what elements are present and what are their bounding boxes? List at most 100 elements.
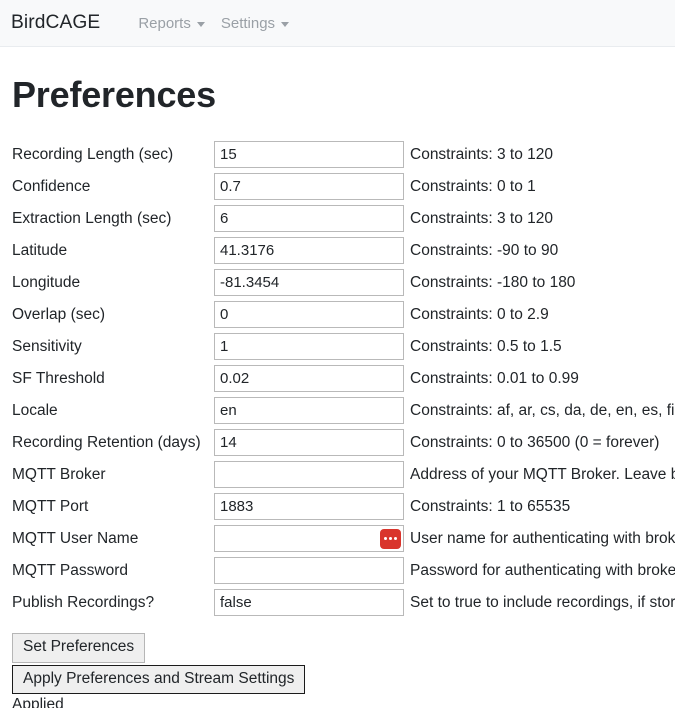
preference-label: Recording Length (sec) [12, 145, 174, 163]
input-wrapper [214, 237, 404, 265]
preference-input-cell [214, 299, 406, 331]
page-content: Preferences Recording Length (sec) Constr… [0, 75, 675, 708]
preference-row: Overlap (sec) Constraints: 0 to 2.9 [12, 299, 675, 331]
preference-row: MQTT User Name User name for authenticati… [12, 523, 675, 555]
preference-label: Extraction Length (sec) [12, 209, 172, 227]
preference-label: MQTT Password [12, 561, 128, 579]
preference-help-text: Constraints: 3 to 120 [410, 209, 554, 227]
preference-label: Locale [12, 401, 58, 419]
input-wrapper [214, 557, 404, 585]
nav-item-settings[interactable]: Settings [213, 11, 297, 36]
preference-help-text: Constraints: -180 to 180 [410, 273, 576, 291]
preference-input-cell [214, 139, 406, 171]
preference-input[interactable] [214, 173, 404, 201]
preference-input[interactable] [214, 237, 404, 265]
preference-input-cell [214, 427, 406, 459]
input-wrapper [214, 141, 404, 169]
preference-input[interactable] [214, 461, 404, 489]
preference-label: MQTT User Name [12, 529, 139, 547]
input-wrapper [214, 397, 404, 425]
preference-row: Latitude Constraints: -90 to 90 [12, 235, 675, 267]
nav-item-reports[interactable]: Reports [130, 11, 213, 36]
preference-label: Confidence [12, 177, 91, 195]
input-wrapper [214, 365, 404, 393]
preference-input[interactable] [214, 589, 404, 617]
preference-input[interactable] [214, 397, 404, 425]
preference-input[interactable] [214, 301, 404, 329]
preference-help-text: Set to true to include recordings, if st… [410, 593, 675, 611]
preference-help-text: Constraints: 0 to 36500 (0 = forever) [410, 433, 660, 451]
preference-row: MQTT Broker Address of your MQTT Broker. … [12, 459, 675, 491]
preference-input[interactable] [214, 205, 404, 233]
preferences-form: Recording Length (sec) Constraints: 3 to … [12, 139, 675, 619]
preference-help-text: Address of your MQTT Broker. Leave blank… [410, 465, 675, 483]
apply-preferences-and-stream-settings-button[interactable]: Apply Preferences and Stream Settings [12, 664, 306, 695]
preference-row: MQTT Port Constraints: 1 to 65535 [12, 491, 675, 523]
preference-row: Publish Recordings? Set to true to includ… [12, 587, 675, 619]
navbar: BirdCAGE Reports Settings [0, 0, 675, 47]
preference-row: Confidence Constraints: 0 to 1 [12, 171, 675, 203]
preference-input-cell [214, 267, 406, 299]
preference-label: MQTT Port [12, 497, 89, 515]
preference-input-cell [214, 491, 406, 523]
preference-help-text: Password for authenticating with broker [410, 561, 675, 579]
preference-label: Overlap (sec) [12, 305, 106, 323]
preference-input[interactable] [214, 269, 404, 297]
preference-input[interactable] [214, 429, 404, 457]
input-wrapper [214, 525, 404, 553]
caret-down-icon [196, 21, 205, 27]
preference-label: Latitude [12, 241, 68, 259]
status-text: Applied [12, 696, 64, 708]
page-title: Preferences [12, 74, 216, 115]
preference-label: Publish Recordings? [12, 593, 155, 611]
navbar-brand[interactable]: BirdCAGE [11, 13, 100, 32]
preference-input[interactable] [214, 493, 404, 521]
input-wrapper [214, 269, 404, 297]
preference-input[interactable] [214, 525, 404, 553]
preference-input-cell [214, 555, 406, 587]
preference-help-text: Constraints: 1 to 65535 [410, 497, 571, 515]
input-wrapper [214, 429, 404, 457]
preference-label: Sensitivity [12, 337, 82, 355]
preference-input[interactable] [214, 141, 404, 169]
preference-input-cell [214, 235, 406, 267]
preference-help-text: Constraints: 0.5 to 1.5 [410, 337, 562, 355]
input-wrapper [214, 301, 404, 329]
preference-label: Recording Retention (days) [12, 433, 201, 451]
preference-row: Recording Length (sec) Constraints: 3 to … [12, 139, 675, 171]
preference-row: Locale Constraints: af, ar, cs, da, de, e… [12, 395, 675, 427]
form-actions: Set Preferences Apply Preferences and St… [12, 632, 663, 695]
preference-row: Sensitivity Constraints: 0.5 to 1.5 [12, 331, 675, 363]
nav-item-settings-label: Settings [220, 14, 276, 32]
set-preferences-button[interactable]: Set Preferences [12, 632, 146, 663]
preference-help-text: Constraints: 0 to 1 [410, 177, 536, 195]
preference-row: SF Threshold Constraints: 0.01 to 0.99 [12, 363, 675, 395]
preference-input-cell [214, 171, 406, 203]
preference-help-text: Constraints: 0.01 to 0.99 [410, 369, 579, 387]
preference-row: Recording Retention (days) Constraints: 0… [12, 427, 675, 459]
preference-row: Longitude Constraints: -180 to 180 [12, 267, 675, 299]
preference-input-cell [214, 587, 406, 619]
preference-help-text: Constraints: 0 to 2.9 [410, 305, 549, 323]
preference-row: Extraction Length (sec) Constraints: 3 to… [12, 203, 675, 235]
nav-item-reports-label: Reports [138, 14, 191, 32]
preference-input-cell [214, 395, 406, 427]
preferences-form-body: Recording Length (sec) Constraints: 3 to … [12, 139, 675, 619]
caret-down-icon [281, 21, 290, 27]
preference-help-text: Constraints: 3 to 120 [410, 145, 554, 163]
preference-input[interactable] [214, 557, 404, 585]
preference-input-cell [214, 331, 406, 363]
input-wrapper [214, 205, 404, 233]
input-wrapper [214, 173, 404, 201]
preference-label: Longitude [12, 273, 81, 291]
preference-input-cell [214, 523, 406, 555]
preference-label: SF Threshold [12, 369, 105, 387]
input-wrapper [214, 461, 404, 489]
input-wrapper [214, 589, 404, 617]
preference-row: MQTT Password Password for authenticating… [12, 555, 675, 587]
password-manager-icon[interactable] [380, 528, 401, 549]
preference-input-cell [214, 203, 406, 235]
preference-input[interactable] [214, 365, 404, 393]
preference-input-cell [214, 459, 406, 491]
preference-input[interactable] [214, 333, 404, 361]
